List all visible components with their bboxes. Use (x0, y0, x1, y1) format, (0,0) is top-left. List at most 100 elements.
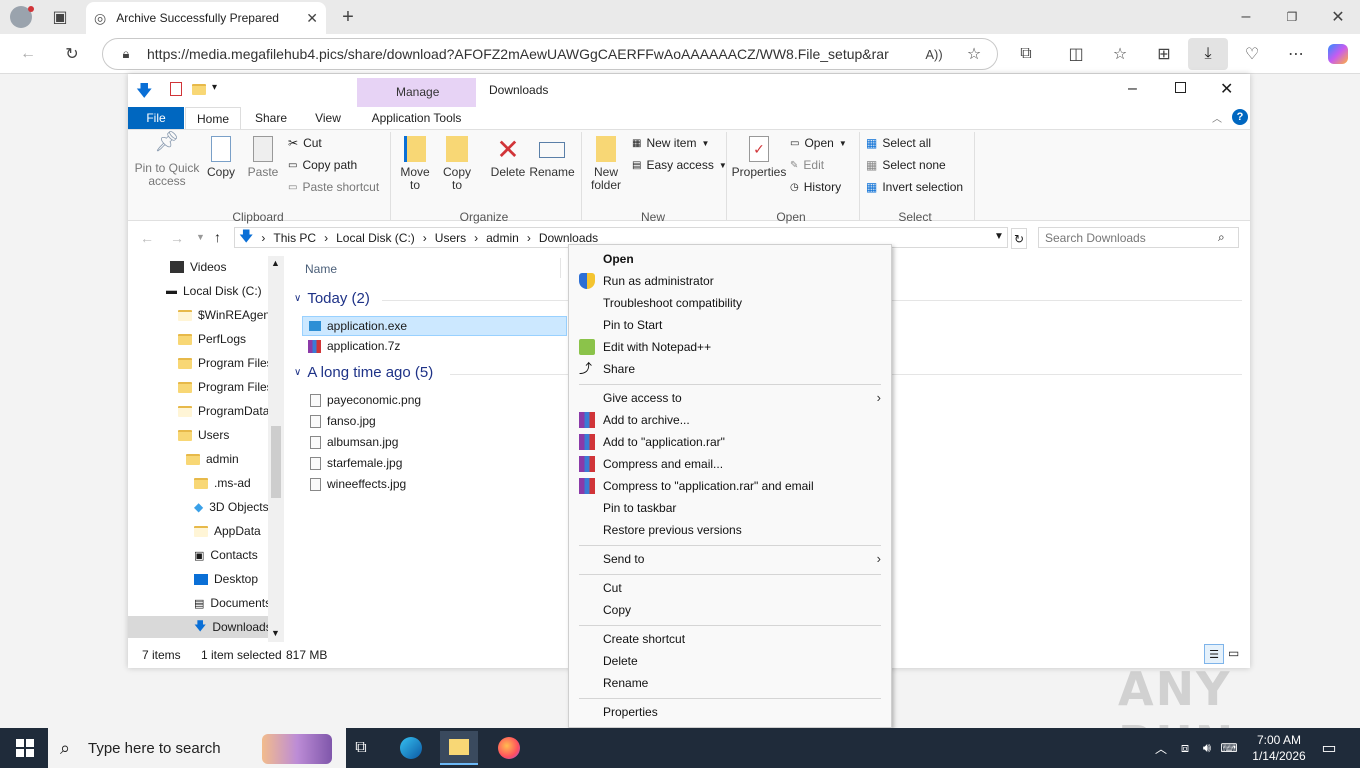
close-tab-icon[interactable]: ✕ (306, 10, 318, 27)
file-row-payeconomic[interactable]: payeconomic.png (302, 390, 567, 410)
notifications-icon[interactable]: ▭ (1314, 734, 1344, 762)
menu-troubleshoot[interactable]: Troubleshoot compatibility (569, 292, 891, 314)
tab-view[interactable]: View (300, 107, 356, 129)
breadcrumb-local-disk[interactable]: Local Disk (C:) (336, 231, 415, 245)
nav-downloads[interactable]: 🡇 Downloads (128, 616, 272, 638)
nav-appdata[interactable]: AppData (194, 520, 261, 542)
minimize-browser-icon[interactable]: – (1232, 3, 1260, 31)
lock-icon[interactable]: 🔒︎ (112, 40, 140, 68)
menu-rename[interactable]: Rename (569, 672, 891, 694)
select-all-button[interactable]: ▦ Select all (866, 136, 931, 150)
nav-forward-icon[interactable]: → (170, 230, 184, 246)
nav-desktop[interactable]: Desktop (194, 568, 258, 590)
new-folder-button[interactable]: New folder (588, 136, 624, 192)
nav-winreagent[interactable]: $WinREAgent (178, 304, 273, 326)
menu-add-archive[interactable]: Add to archive... (569, 409, 891, 431)
nav-scrollbar-thumb[interactable] (271, 426, 281, 498)
refresh-address-icon[interactable]: ↻ (1011, 228, 1027, 249)
language-icon[interactable]: ⌨ (1214, 734, 1244, 762)
nav-3d-objects[interactable]: ◆ 3D Objects (194, 496, 269, 518)
collapse-ribbon-icon[interactable]: ︿ (1212, 110, 1222, 125)
large-icons-view-icon[interactable]: ▭ (1228, 646, 1239, 660)
read-aloud-icon[interactable]: A)) (920, 40, 948, 68)
menu-properties[interactable]: Properties (569, 701, 891, 723)
menu-pin-start[interactable]: Pin to Start (569, 314, 891, 336)
menu-add-rar[interactable]: Add to "application.rar" (569, 431, 891, 453)
file-row-albumsan[interactable]: albumsan.jpg (302, 432, 567, 452)
minimize-window-icon[interactable]: – (1128, 80, 1137, 98)
breadcrumb-this-pc[interactable]: This PC (273, 231, 316, 245)
menu-copy[interactable]: Copy (569, 599, 891, 621)
edge-taskbar-icon[interactable] (396, 734, 426, 762)
invert-selection-button[interactable]: ▦ Invert selection (866, 180, 963, 194)
nav-perflogs[interactable]: PerfLogs (178, 328, 246, 350)
paste-shortcut-button[interactable]: ▭ Paste shortcut (288, 180, 379, 194)
delete-button[interactable]: ✕ Delete (488, 136, 528, 179)
restore-browser-icon[interactable]: ❐ (1278, 3, 1306, 31)
tab-application-tools[interactable]: Application Tools (357, 107, 476, 129)
menu-compress-email[interactable]: Compress and email... (569, 453, 891, 475)
task-view-icon[interactable]: ⧉ (346, 734, 376, 762)
favorites-icon[interactable]: ☆ (1106, 40, 1134, 68)
browser-essentials-icon[interactable]: ♡ (1238, 40, 1266, 68)
nav-contacts[interactable]: ▣ Contacts (194, 544, 258, 566)
menu-cut[interactable]: Cut (569, 577, 891, 599)
breadcrumb-downloads[interactable]: Downloads (539, 231, 598, 245)
easy-access-button[interactable]: ▤ Easy access ▼ (632, 158, 727, 172)
qa-dropdown-icon[interactable]: ▾ (212, 82, 217, 93)
properties-qa-icon[interactable] (170, 82, 182, 96)
menu-edit-notepad[interactable]: Edit with Notepad++ (569, 336, 891, 358)
collections-icon[interactable]: ⊞ (1150, 40, 1178, 68)
back-icon[interactable]: ← (14, 40, 42, 68)
nav-users[interactable]: Users (178, 424, 229, 446)
address-dropdown-icon[interactable]: ▼ (994, 231, 1004, 242)
favorite-star-icon[interactable]: ☆ (960, 40, 988, 68)
move-to-button[interactable]: Move to (398, 136, 432, 192)
file-row-starfemale[interactable]: starfemale.jpg (302, 453, 567, 473)
tab-file[interactable]: File (128, 107, 184, 129)
downloads-button[interactable]: ⤓ (1188, 38, 1228, 70)
recent-locations-icon[interactable]: ▼ (196, 232, 205, 242)
help-icon[interactable]: ? (1232, 109, 1248, 125)
new-item-button[interactable]: ▦ New item ▼ (632, 136, 709, 150)
tab-share[interactable]: Share (243, 107, 299, 129)
details-view-icon[interactable]: ☰ (1204, 644, 1224, 664)
copy-button[interactable]: Copy (204, 136, 238, 179)
close-window-icon[interactable]: ✕ (1220, 79, 1233, 99)
file-explorer-taskbar-icon[interactable] (440, 731, 478, 765)
menu-create-shortcut[interactable]: Create shortcut (569, 628, 891, 650)
nav-back-icon[interactable]: ← (140, 230, 154, 246)
firefox-taskbar-icon[interactable] (494, 734, 524, 762)
browser-tab[interactable]: ◎ Archive Successfully Prepared ✕ (86, 2, 326, 34)
tab-actions-icon[interactable]: ▣ (46, 3, 74, 31)
start-button[interactable] (8, 734, 42, 762)
search-downloads-field[interactable]: Search Downloads (1038, 227, 1239, 248)
nav-local-disk[interactable]: ▬ Local Disk (C:) (166, 280, 262, 302)
group-header-long-ago[interactable]: ∨ A long time ago (5) (294, 364, 433, 381)
scroll-up-icon[interactable]: ▲ (271, 258, 280, 268)
history-button[interactable]: ◷ History (790, 180, 841, 194)
open-button[interactable]: ▭ Open ▼ (790, 136, 847, 150)
file-row-application-exe[interactable]: application.exe (302, 316, 567, 336)
clock[interactable]: 7:00 AM 1/14/2026 (1244, 732, 1314, 764)
column-header-name[interactable]: Name (305, 262, 337, 276)
edit-button[interactable]: ✎ Edit (790, 158, 824, 172)
url-field[interactable]: https://media.megafilehub4.pics/share/do… (102, 38, 998, 70)
tab-home[interactable]: Home (185, 107, 241, 129)
menu-restore-versions[interactable]: Restore previous versions (569, 519, 891, 541)
split-screen-icon[interactable]: ◫ (1062, 40, 1090, 68)
breadcrumb-admin[interactable]: admin (486, 231, 519, 245)
pin-quick-access-button[interactable]: 📌︎ Pin to Quick access (132, 132, 202, 188)
nav-program-files-x86[interactable]: Program Files (178, 376, 273, 398)
menu-delete[interactable]: Delete (569, 650, 891, 672)
refresh-icon[interactable]: ↻ (58, 40, 86, 68)
menu-send-to[interactable]: Send to › (569, 548, 891, 570)
copy-to-button[interactable]: Copy to (440, 136, 474, 192)
nav-admin[interactable]: admin (186, 448, 239, 470)
scroll-down-icon[interactable]: ▼ (271, 628, 280, 638)
new-folder-qa-icon[interactable] (192, 84, 206, 95)
menu-open[interactable]: Open (569, 248, 891, 270)
extensions-icon[interactable]: ⧉ (1012, 40, 1040, 68)
paste-button[interactable]: Paste (246, 136, 280, 179)
group-header-today[interactable]: ∨ Today (2) (294, 290, 370, 307)
